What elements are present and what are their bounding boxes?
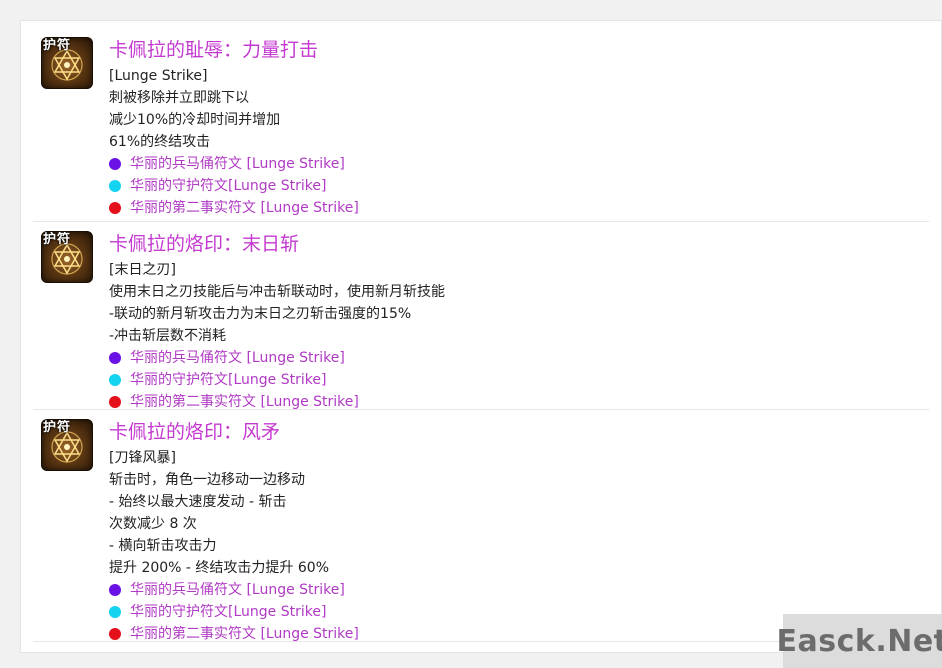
effect-line: 61%的终结攻击 xyxy=(109,134,211,150)
rune-label: 华丽的守护符文[Lunge Strike] xyxy=(130,178,327,194)
effect-line: 刺被移除并立即跳下以 xyxy=(109,90,249,106)
amulet-star-icon: 护符 xyxy=(41,37,93,89)
effect-line: -冲击斩层数不消耗 xyxy=(109,328,227,344)
divider xyxy=(33,409,929,410)
red-dot-icon xyxy=(109,202,121,214)
skill-name: [末日之刃] xyxy=(109,262,176,278)
list-item: 护符 卡佩拉的耻辱：力量打击 [Lunge Strike] 刺被移除并立即跳下以… xyxy=(33,29,929,221)
cyan-dot-icon xyxy=(109,180,121,192)
effect-line: 斩击时，角色一边移动一边移动 xyxy=(109,472,305,488)
item-title[interactable]: 卡佩拉的耻辱：力量打击 xyxy=(109,35,921,65)
icon-tag-label: 护符 xyxy=(43,232,72,247)
item-title[interactable]: 卡佩拉的烙印：末日斩 xyxy=(109,229,921,259)
rune-label: 华丽的兵马俑符文 [Lunge Strike] xyxy=(130,350,345,366)
list-item: 护符 卡佩拉的烙印：末日斩 [末日之刃] 使用末日之刃技能后与冲击斩联动时，使用… xyxy=(33,223,929,410)
effect-line: - 始终以最大速度发动 - 斩击 xyxy=(109,494,287,510)
effect-line: 次数减少 8 次 xyxy=(109,516,197,532)
skill-name: [Lunge Strike] xyxy=(109,68,208,84)
rune-link[interactable]: 华丽的兵马俑符文 [Lunge Strike] xyxy=(109,153,921,175)
rune-label: 华丽的守护符文[Lunge Strike] xyxy=(130,604,327,620)
rune-link[interactable]: 华丽的兵马俑符文 [Lunge Strike] xyxy=(109,579,921,601)
item-title[interactable]: 卡佩拉的烙印：风矛 xyxy=(109,417,921,447)
cyan-dot-icon xyxy=(109,606,121,618)
list-item: 护符 卡佩拉的烙印：风矛 [刀锋风暴] 斩击时，角色一边移动一边移动 - 始终以… xyxy=(33,411,929,643)
effect-line: - 横向斩击攻击力 xyxy=(109,538,217,554)
amulet-star-icon: 护符 xyxy=(41,231,93,283)
amulet-star-icon: 护符 xyxy=(41,419,93,471)
effect-line: -联动的新月斩攻击力为末日之刃斩击强度的15% xyxy=(109,306,412,322)
rune-label: 华丽的兵马俑符文 [Lunge Strike] xyxy=(130,156,345,172)
rune-link[interactable]: 华丽的第二事实符文 [Lunge Strike] xyxy=(109,197,921,219)
icon-tag-label: 护符 xyxy=(43,38,72,53)
rune-label: 华丽的兵马俑符文 [Lunge Strike] xyxy=(130,582,345,598)
effect-line: 减少10%的冷却时间并增加 xyxy=(109,112,281,128)
icon-tag-label: 护符 xyxy=(43,420,72,435)
effect-line: 使用末日之刃技能后与冲击斩联动时，使用新月斩技能 xyxy=(109,284,445,300)
rune-label: 华丽的第二事实符文 [Lunge Strike] xyxy=(130,200,359,216)
purple-dot-icon xyxy=(109,584,121,596)
rune-link[interactable]: 华丽的守护符文[Lunge Strike] xyxy=(109,175,921,197)
purple-dot-icon xyxy=(109,158,121,170)
red-dot-icon xyxy=(109,396,121,408)
red-dot-icon xyxy=(109,628,121,640)
item-list-card: 护符 卡佩拉的耻辱：力量打击 [Lunge Strike] 刺被移除并立即跳下以… xyxy=(20,20,942,653)
rune-label: 华丽的守护符文[Lunge Strike] xyxy=(130,372,327,388)
effect-line: 提升 200% - 终结攻击力提升 60% xyxy=(109,560,329,576)
cyan-dot-icon xyxy=(109,374,121,386)
rune-link[interactable]: 华丽的守护符文[Lunge Strike] xyxy=(109,369,921,391)
divider xyxy=(33,221,929,222)
skill-name: [刀锋风暴] xyxy=(109,450,176,466)
rune-link[interactable]: 华丽的兵马俑符文 [Lunge Strike] xyxy=(109,347,921,369)
purple-dot-icon xyxy=(109,352,121,364)
watermark: Easck.Net xyxy=(776,614,942,668)
